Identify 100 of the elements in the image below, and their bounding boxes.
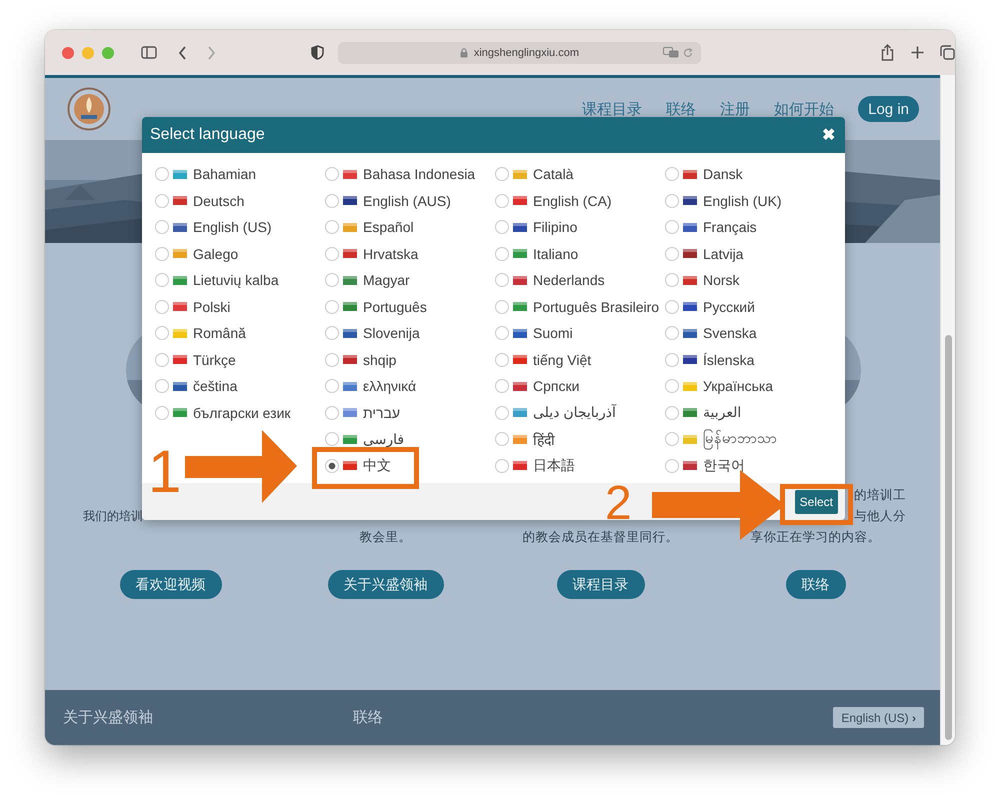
language-option[interactable]: العربية — [703, 404, 742, 422]
radio-button[interactable] — [495, 246, 509, 261]
language-option[interactable]: Polski — [193, 298, 230, 315]
radio-button[interactable] — [325, 406, 339, 420]
language-option[interactable]: Magyar — [363, 272, 410, 288]
radio-button[interactable] — [155, 379, 169, 394]
language-option[interactable]: Hrvatska — [363, 246, 418, 262]
language-option[interactable]: עברית — [363, 404, 400, 421]
radio-button[interactable] — [325, 432, 339, 446]
radio-button[interactable] — [155, 246, 169, 261]
radio-button[interactable] — [325, 167, 339, 182]
language-option[interactable]: Türkçe — [193, 352, 236, 368]
address-bar[interactable]: xingshenglingxiu.com — [338, 42, 701, 64]
radio-button[interactable] — [665, 326, 679, 340]
language-option[interactable]: မြန်မာဘာသာ — [703, 428, 777, 450]
language-option[interactable]: آذربايجان ديلی — [533, 404, 616, 422]
language-option[interactable]: shqip — [363, 352, 396, 368]
radio-button[interactable] — [325, 458, 339, 473]
radio-button[interactable] — [495, 194, 509, 208]
forward-icon[interactable] — [206, 46, 216, 60]
select-button[interactable]: Select — [794, 490, 838, 514]
new-tab-icon[interactable] — [910, 46, 924, 59]
radio-button[interactable] — [665, 194, 679, 208]
radio-button[interactable] — [325, 246, 339, 261]
language-option[interactable]: English (US) — [193, 219, 272, 236]
radio-button[interactable] — [665, 300, 679, 314]
back-icon[interactable] — [178, 46, 187, 60]
radio-button[interactable] — [325, 194, 339, 208]
radio-button[interactable] — [665, 220, 679, 234]
radio-button[interactable] — [495, 167, 509, 182]
radio-button[interactable] — [495, 300, 509, 314]
language-option[interactable]: ελληνικά — [363, 378, 416, 394]
language-option[interactable]: Galego — [193, 246, 238, 262]
language-option[interactable]: English (CA) — [533, 192, 612, 209]
login-button[interactable]: Log in — [858, 96, 919, 122]
radio-button[interactable] — [665, 458, 679, 473]
radio-button[interactable] — [155, 194, 169, 208]
language-option[interactable]: فارسی — [363, 430, 404, 448]
sidebar-icon[interactable] — [140, 46, 157, 59]
language-option[interactable]: English (AUS) — [363, 192, 451, 209]
language-option[interactable]: Suomi — [533, 325, 573, 342]
language-option[interactable]: Bahasa Indonesia — [363, 166, 476, 182]
translate-icon[interactable] — [662, 47, 679, 58]
close-window-button[interactable] — [62, 46, 74, 58]
radio-button[interactable] — [325, 326, 339, 340]
language-option[interactable]: 中文 — [363, 456, 391, 475]
reload-icon[interactable] — [682, 48, 693, 58]
language-option[interactable]: Українська — [703, 378, 774, 394]
language-option[interactable]: Deutsch — [193, 192, 244, 209]
radio-button[interactable] — [495, 432, 509, 446]
radio-button[interactable] — [665, 432, 679, 446]
radio-button[interactable] — [665, 406, 679, 420]
language-option[interactable]: Slovenija — [363, 325, 420, 342]
language-option[interactable]: Српски — [533, 378, 580, 394]
zoom-window-button[interactable] — [102, 46, 114, 58]
radio-button[interactable] — [155, 352, 169, 367]
scrollbar-thumb[interactable] — [945, 335, 952, 740]
shield-icon[interactable] — [310, 45, 324, 60]
radio-button[interactable] — [665, 246, 679, 261]
close-button[interactable]: ✖ — [822, 125, 835, 145]
language-option[interactable]: Català — [533, 166, 574, 182]
radio-button[interactable] — [495, 379, 509, 394]
radio-button[interactable] — [325, 352, 339, 367]
radio-button[interactable] — [495, 326, 509, 340]
language-option[interactable]: English (UK) — [703, 192, 782, 209]
footer-link[interactable]: 关于兴盛领袖 — [63, 708, 153, 727]
radio-button[interactable] — [495, 352, 509, 367]
minimize-window-button[interactable] — [82, 46, 94, 58]
feature-button[interactable]: 联络 — [786, 570, 846, 599]
language-option[interactable]: Dansk — [703, 166, 743, 182]
language-option[interactable]: 日本語 — [533, 456, 575, 475]
radio-button[interactable] — [495, 273, 509, 288]
language-option[interactable]: Bahamian — [193, 166, 256, 182]
radio-button[interactable] — [155, 167, 169, 182]
feature-button[interactable]: 课程目录 — [556, 570, 644, 599]
tabs-icon[interactable] — [940, 45, 955, 60]
radio-button[interactable] — [495, 406, 509, 420]
language-option[interactable]: Lietuvių kalba — [193, 272, 279, 288]
language-option[interactable]: Filipino — [533, 219, 578, 236]
language-option[interactable]: Íslenska — [703, 352, 754, 368]
radio-button[interactable] — [665, 273, 679, 288]
language-option[interactable]: Italiano — [533, 246, 578, 262]
radio-button[interactable] — [325, 379, 339, 394]
radio-button[interactable] — [155, 273, 169, 288]
logo-icon[interactable] — [67, 87, 111, 131]
language-option[interactable]: Nederlands — [533, 272, 605, 288]
radio-button[interactable] — [665, 352, 679, 367]
language-option[interactable]: Română — [193, 325, 246, 342]
radio-button[interactable] — [495, 220, 509, 234]
language-option[interactable]: Latvija — [703, 246, 744, 262]
language-option[interactable]: български език — [193, 404, 291, 421]
language-option[interactable]: हिंदी — [533, 430, 555, 449]
language-option[interactable]: Português — [363, 298, 427, 315]
radio-button[interactable] — [155, 326, 169, 340]
footer-link[interactable]: 联络 — [353, 708, 383, 727]
language-option[interactable]: Français — [703, 219, 757, 236]
radio-button[interactable] — [155, 220, 169, 234]
radio-button[interactable] — [325, 220, 339, 234]
language-option[interactable]: 한국어 — [703, 456, 745, 475]
language-option[interactable]: Svenska — [703, 325, 757, 342]
